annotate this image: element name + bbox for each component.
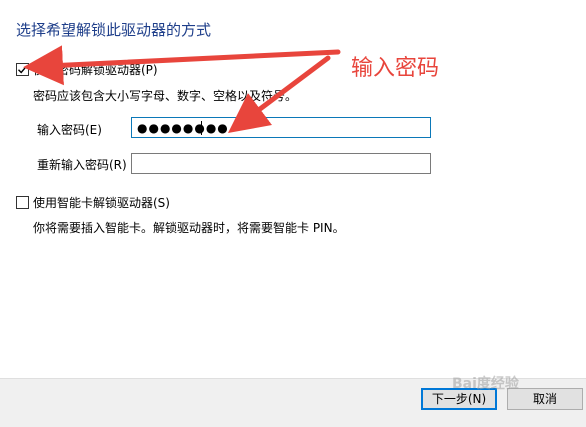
reenter-password-label: 重新输入密码(R) [37,158,127,172]
dialog-heading: 选择希望解锁此驱动器的方式 [16,21,212,39]
enter-password-field[interactable]: ●●●●●●●● [131,117,431,138]
password-hint: 密码应该包含大小写字母、数字、空格以及符号。 [33,89,298,103]
reenter-password-field[interactable] [131,153,431,174]
enter-password-label: 输入密码(E) [37,123,102,137]
use-password-label[interactable]: 使用密码解锁驱动器(P) [33,61,158,78]
enter-password-value: ●●●●●●●● [137,121,229,135]
watermark-logo: Bai度经验 [452,376,519,392]
use-smartcard-label[interactable]: 使用智能卡解锁驱动器(S) [33,194,170,211]
checkmark-icon [18,65,28,74]
annotation-text: 输入密码 [351,56,440,81]
use-password-checkbox[interactable] [16,63,29,76]
text-caret [201,121,202,135]
use-smartcard-checkbox[interactable] [16,196,29,209]
smartcard-hint: 你将需要插入智能卡。解锁驱动器时，将需要智能卡 PIN。 [33,221,345,235]
